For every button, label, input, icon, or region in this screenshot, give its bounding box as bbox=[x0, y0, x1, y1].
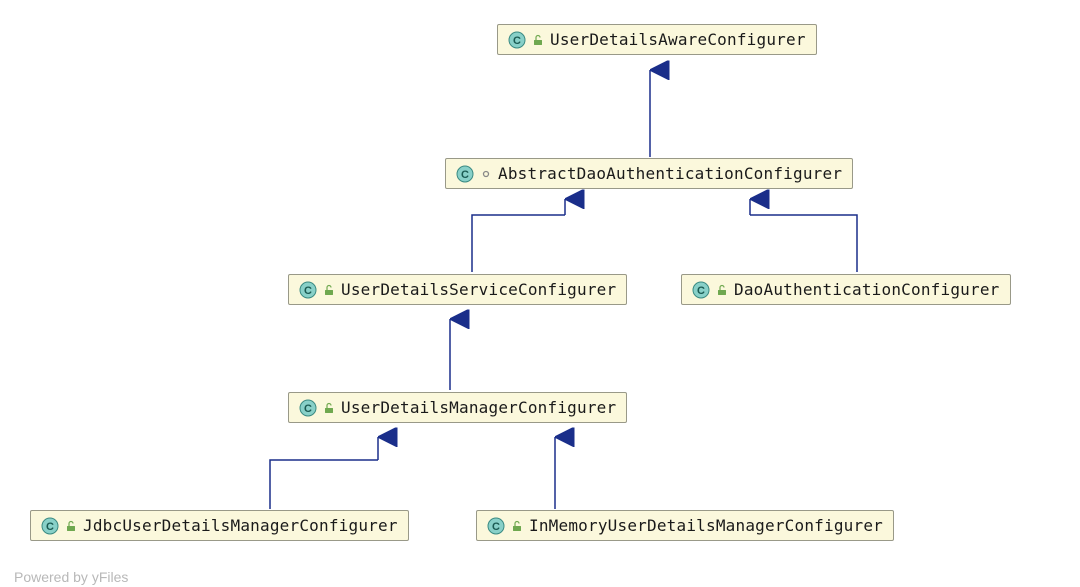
unlocked-icon bbox=[65, 520, 77, 532]
class-icon: C bbox=[487, 517, 505, 535]
class-label: UserDetailsManagerConfigurer bbox=[341, 398, 616, 417]
unlocked-icon bbox=[323, 402, 335, 414]
class-label: AbstractDaoAuthenticationConfigurer bbox=[498, 164, 842, 183]
class-node-userdetailsserviceconfigurer[interactable]: C UserDetailsServiceConfigurer bbox=[288, 274, 627, 305]
class-label: DaoAuthenticationConfigurer bbox=[734, 280, 1000, 299]
footer-credit: Powered by yFiles bbox=[14, 569, 128, 585]
unlocked-icon bbox=[532, 34, 544, 46]
class-label: UserDetailsAwareConfigurer bbox=[550, 30, 806, 49]
svg-text:C: C bbox=[513, 35, 521, 47]
unlocked-icon bbox=[716, 284, 728, 296]
class-label: UserDetailsServiceConfigurer bbox=[341, 280, 616, 299]
svg-text:C: C bbox=[46, 521, 54, 533]
unlocked-icon bbox=[323, 284, 335, 296]
class-node-inmemoryuserdetailsmanagerconfigurer[interactable]: C InMemoryUserDetailsManagerConfigurer bbox=[476, 510, 894, 541]
class-icon: C bbox=[456, 165, 474, 183]
svg-text:C: C bbox=[492, 521, 500, 533]
svg-text:C: C bbox=[461, 169, 469, 181]
class-node-daoauthenticationconfigurer[interactable]: C DaoAuthenticationConfigurer bbox=[681, 274, 1011, 305]
class-icon: C bbox=[508, 31, 526, 49]
class-label: JdbcUserDetailsManagerConfigurer bbox=[83, 516, 398, 535]
class-icon: C bbox=[299, 399, 317, 417]
unlocked-icon bbox=[511, 520, 523, 532]
class-node-jdbcuserdetailsmanagerconfigurer[interactable]: C JdbcUserDetailsManagerConfigurer bbox=[30, 510, 409, 541]
class-icon: C bbox=[41, 517, 59, 535]
class-node-userdetailsmanagerconfigurer[interactable]: C UserDetailsManagerConfigurer bbox=[288, 392, 627, 423]
class-icon: C bbox=[299, 281, 317, 299]
class-icon: C bbox=[692, 281, 710, 299]
svg-text:C: C bbox=[304, 285, 312, 297]
abstract-dot-icon bbox=[480, 168, 492, 180]
class-node-userdetailsawareconfigurer[interactable]: C UserDetailsAwareConfigurer bbox=[497, 24, 817, 55]
class-node-abstractdaoauthenticationconfigurer[interactable]: C AbstractDaoAuthenticationConfigurer bbox=[445, 158, 853, 189]
class-label: InMemoryUserDetailsManagerConfigurer bbox=[529, 516, 883, 535]
svg-text:C: C bbox=[304, 403, 312, 415]
svg-text:C: C bbox=[697, 285, 705, 297]
